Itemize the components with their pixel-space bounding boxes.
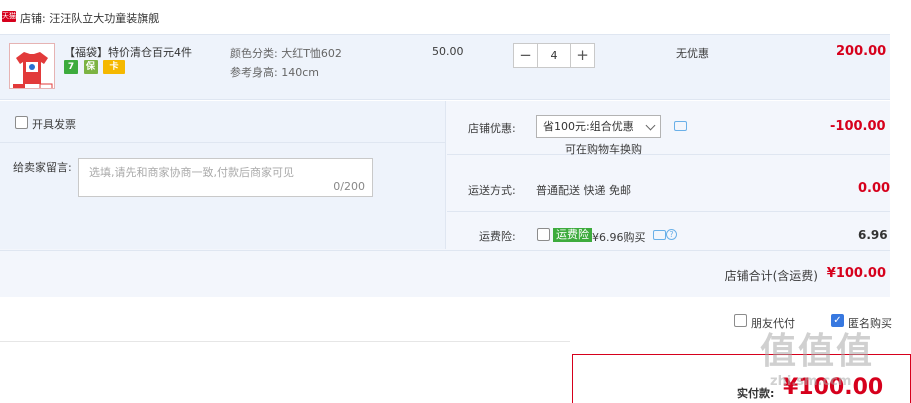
chat-icon[interactable] xyxy=(674,121,687,131)
shipping-amount: 0.00 xyxy=(858,181,891,196)
order-options-panel: 开具发票 给卖家留言: 选填,请先和商家协商一致,付款后商家可见 0/200 店… xyxy=(0,101,890,297)
sku-height: 参考身高: 140cm xyxy=(230,66,319,79)
item-promo: 无优惠 xyxy=(676,47,709,60)
insurance-tag: 运费险 xyxy=(553,228,592,242)
item-subtotal: 200.00 xyxy=(836,44,887,59)
divider xyxy=(447,211,890,212)
guarantee-icon[interactable]: 保 xyxy=(83,60,98,74)
shop-total-value: ¥100.00 xyxy=(826,266,886,281)
shop-discount-amount: -100.00 xyxy=(830,119,886,134)
credit-card-icon[interactable]: 卡 xyxy=(103,60,125,74)
seven-day-return-icon[interactable]: 7 xyxy=(64,60,78,74)
divider xyxy=(0,341,570,342)
chat-icon[interactable] xyxy=(653,230,666,240)
help-icon[interactable]: ? xyxy=(666,229,677,240)
tmall-badge-icon: 天猫 xyxy=(2,11,16,22)
cart-item-row: 【福袋】特价清仓百元4件 7 保 卡 颜色分类: 大红T恤602 参考身高: 1… xyxy=(0,34,890,100)
shop-total-row: 店铺合计(含运费) ¥100.00 xyxy=(0,250,890,297)
divider xyxy=(447,154,890,155)
pay-label: 实付款: xyxy=(737,387,775,400)
increase-quantity-button[interactable]: + xyxy=(570,43,595,68)
shop-discount-hint: 可在购物车换购 xyxy=(565,143,642,156)
watermark-url: zhi.sm.ccm xyxy=(770,374,852,389)
sku-color: 颜色分类: 大红T恤602 xyxy=(230,47,342,60)
shop-header: 天猫 店铺: 汪汪队立大功童装旗舰 xyxy=(0,0,911,34)
divider xyxy=(0,142,446,143)
product-thumbnail[interactable] xyxy=(9,43,55,89)
message-label: 给卖家留言: xyxy=(13,161,72,174)
product-title-link[interactable]: 【福袋】特价清仓百元4件 xyxy=(64,44,192,60)
shipping-method: 普通配送 快递 免邮 xyxy=(536,184,631,197)
chevron-down-icon xyxy=(645,120,656,131)
insurance-price: ¥6.96购买 xyxy=(592,231,646,244)
shop-name[interactable]: 店铺: 汪汪队立大功童装旗舰 xyxy=(20,10,159,26)
quantity-stepper: − 4 + xyxy=(513,43,595,68)
invoice-checkbox[interactable] xyxy=(15,116,28,129)
invoice-message-section: 开具发票 给卖家留言: 选填,请先和商家协商一致,付款后商家可见 0/200 xyxy=(0,101,446,249)
quantity-input[interactable]: 4 xyxy=(538,43,570,68)
shop-total-label: 店铺合计(含运费) xyxy=(724,269,818,283)
insurance-checkbox[interactable] xyxy=(537,228,550,241)
shop-discount-label: 店铺优惠: xyxy=(468,122,516,135)
unit-price: 50.00 xyxy=(432,45,464,58)
message-placeholder: 选填,请先和商家协商一致,付款后商家可见 xyxy=(89,166,294,179)
service-badges: 7 保 卡 xyxy=(64,60,127,74)
decrease-quantity-button[interactable]: − xyxy=(513,43,538,68)
shipping-label: 运送方式: xyxy=(468,184,516,197)
watermark-logo: 值值值 xyxy=(760,331,875,372)
insurance-amount: 6.96 xyxy=(858,228,888,242)
seller-message-input[interactable]: 选填,请先和商家协商一致,付款后商家可见 0/200 xyxy=(78,158,373,197)
shop-discount-select[interactable]: 省100元:组合优惠 xyxy=(536,115,661,138)
message-char-count: 0/200 xyxy=(333,180,365,193)
friend-pay-checkbox[interactable] xyxy=(734,314,747,327)
invoice-label: 开具发票 xyxy=(32,118,76,131)
insurance-label: 运费险: xyxy=(479,230,516,243)
